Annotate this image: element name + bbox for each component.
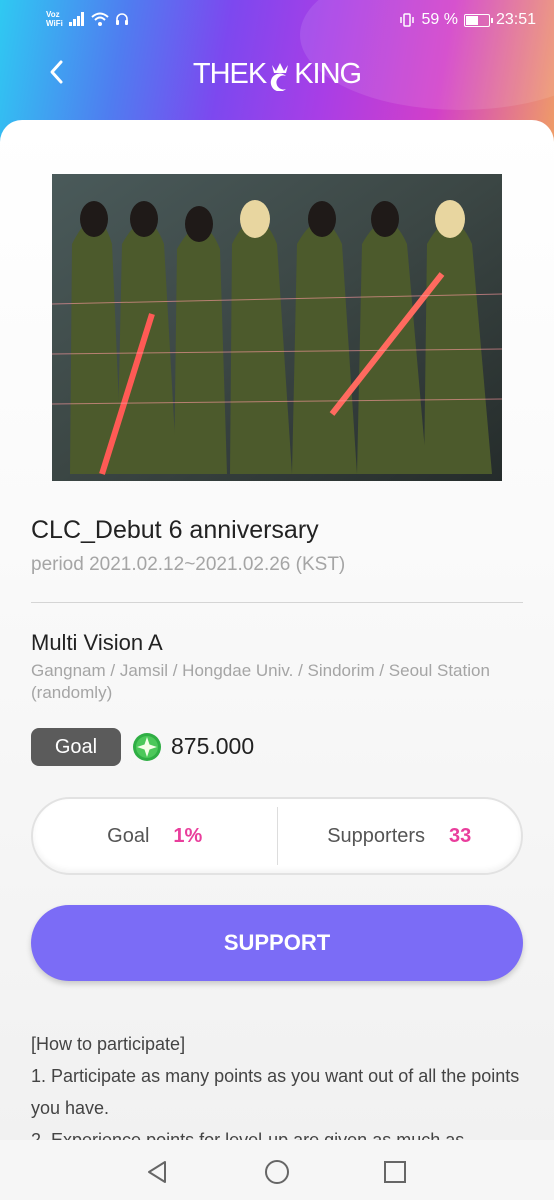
goal-stat: Goal 1% bbox=[33, 825, 277, 848]
battery-percent: 59 % bbox=[421, 11, 458, 28]
supporters-stat-value: 33 bbox=[449, 824, 472, 847]
point-coin-icon bbox=[133, 733, 161, 761]
goal-stat-label: Goal bbox=[107, 824, 150, 847]
goal-stat-value: 1% bbox=[173, 824, 203, 847]
instructions-line-1: 1. Participate as many points as you wan… bbox=[31, 1066, 520, 1118]
network-line-2: WiFi bbox=[46, 19, 63, 28]
wifi-icon bbox=[91, 12, 109, 26]
battery-icon bbox=[463, 13, 493, 27]
headset-icon bbox=[115, 13, 128, 25]
event-title: CLC_Debut 6 anniversary bbox=[31, 516, 319, 544]
network-label: Voz WiFi bbox=[46, 10, 63, 28]
vibrate-icon bbox=[400, 13, 415, 27]
clock: 23:51 bbox=[495, 11, 536, 28]
crown-moon-icon bbox=[271, 62, 289, 91]
system-nav-bar bbox=[0, 1140, 554, 1200]
logo-text-left: THEK bbox=[192, 58, 267, 90]
support-button[interactable]: SUPPORT bbox=[31, 905, 523, 981]
network-line-1: Voz bbox=[46, 10, 60, 19]
status-left: Voz WiFi bbox=[46, 10, 129, 28]
supporters-stat: Supporters 33 bbox=[278, 825, 522, 848]
nav-back-icon[interactable] bbox=[143, 1157, 173, 1187]
event-poster-image bbox=[52, 174, 502, 481]
event-period: period 2021.02.12~2021.02.26 (KST) bbox=[31, 554, 346, 575]
instructions: [How to participate] 1. Participate as m… bbox=[31, 1028, 527, 1140]
event-card: CLC_Debut 6 anniversary period 2021.02.1… bbox=[0, 120, 554, 1140]
location-description: Gangnam / Jamsil / Hongdae Univ. / Sindo… bbox=[31, 661, 490, 702]
goal-badge: Goal bbox=[31, 728, 121, 766]
nav-home-icon[interactable] bbox=[262, 1157, 292, 1187]
logo-text-right: KING bbox=[294, 58, 362, 90]
divider bbox=[31, 602, 523, 603]
top-bar: THEK KING bbox=[0, 48, 554, 104]
supporters-stat-label: Supporters bbox=[327, 824, 426, 847]
nav-recents-icon[interactable] bbox=[380, 1157, 410, 1187]
instructions-heading: [How to participate] bbox=[31, 1034, 186, 1054]
instructions-line-2: 2. Experience points for level-up are gi… bbox=[31, 1130, 465, 1140]
status-right: 59 % 23:51 bbox=[399, 11, 536, 29]
goal-amount: 875.000 bbox=[171, 733, 255, 759]
signal-icon bbox=[68, 12, 84, 26]
location-title: Multi Vision A bbox=[31, 630, 163, 655]
stats-panel: Goal 1% Supporters 33 bbox=[31, 797, 523, 875]
app-logo: THEK KING bbox=[0, 58, 554, 91]
status-bar: Voz WiFi 59 % 23:51 bbox=[0, 0, 554, 42]
